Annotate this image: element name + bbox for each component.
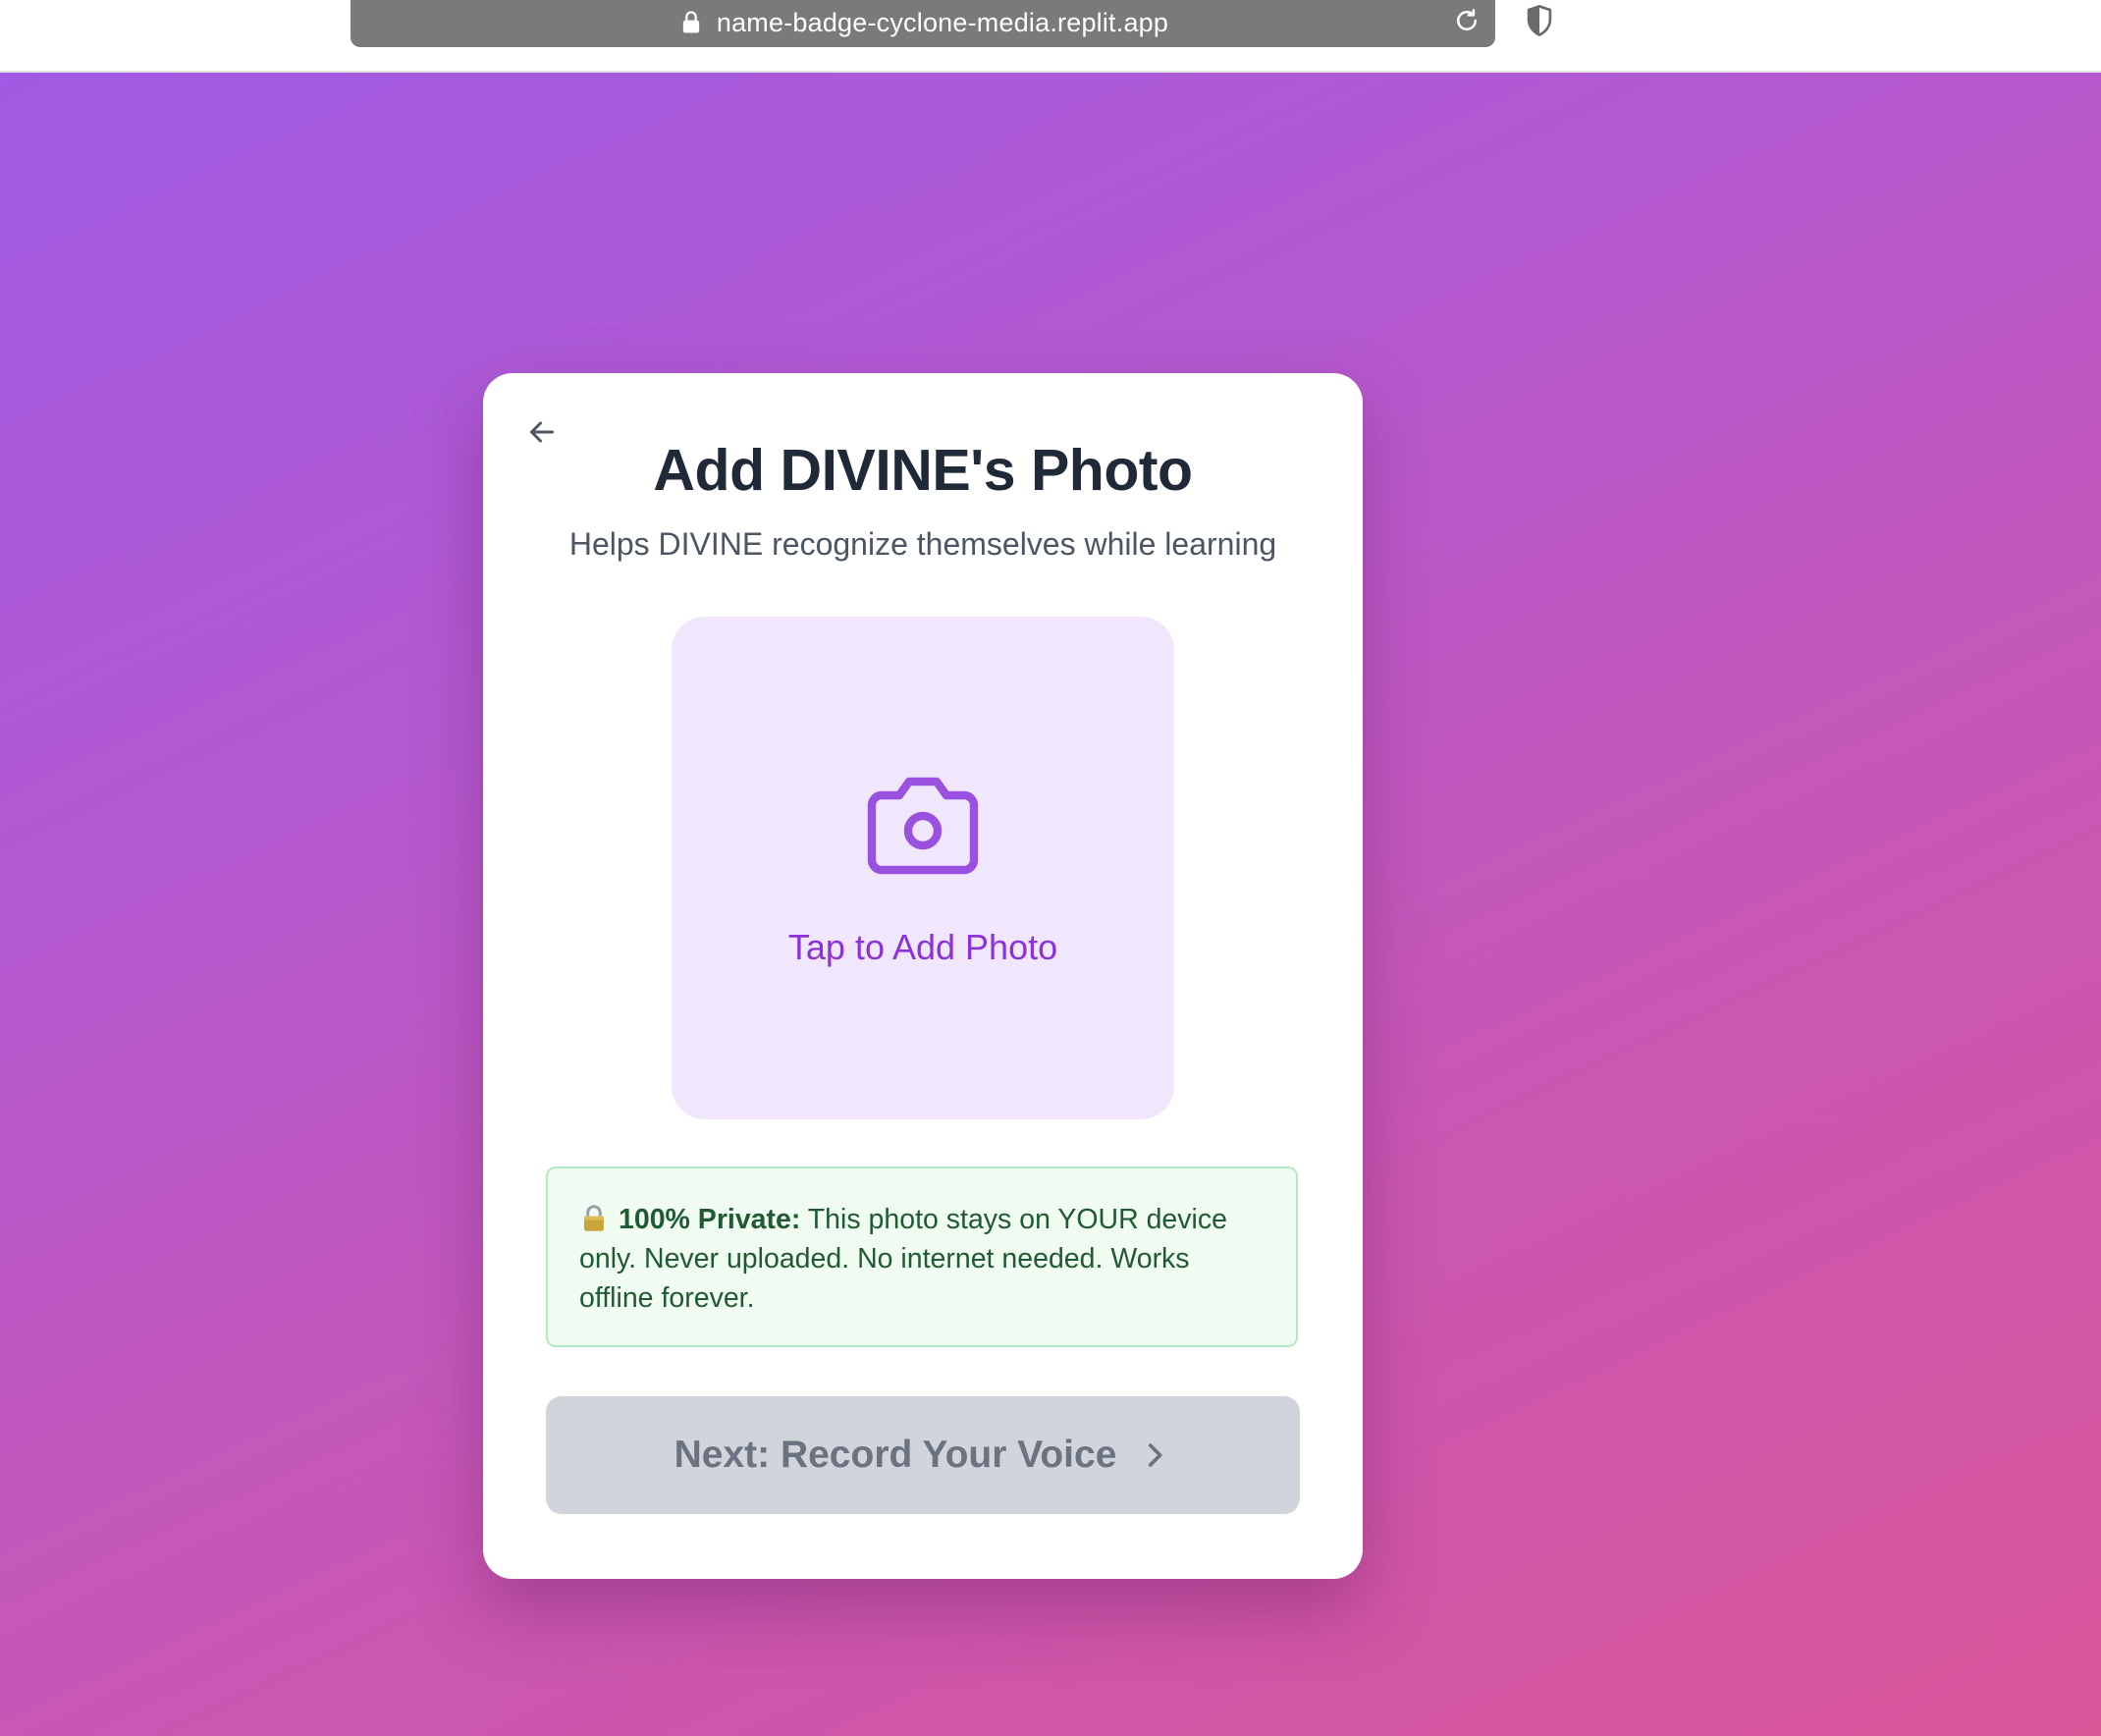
page-title: Add DIVINE's Photo	[653, 438, 1193, 503]
reload-icon[interactable]	[1452, 6, 1481, 35]
url-text: name-badge-cyclone-media.replit.app	[716, 7, 1169, 37]
next-button-label: Next: Record Your Voice	[673, 1434, 1117, 1476]
next-record-voice-button[interactable]: Next: Record Your Voice	[546, 1396, 1300, 1514]
lock-icon	[682, 11, 700, 33]
onboarding-card: Add DIVINE's Photo Helps DIVINE recogniz…	[483, 373, 1363, 1579]
chevron-right-icon	[1149, 1443, 1162, 1467]
lock-emoji-icon	[584, 1205, 604, 1231]
browser-toolbar: name-badge-cyclone-media.replit.app	[0, 0, 2101, 73]
camera-icon	[867, 777, 979, 875]
privacy-notice: 100% Private: This photo stays on YOUR d…	[546, 1166, 1298, 1347]
add-photo-label: Tap to Add Photo	[787, 927, 1058, 967]
privacy-heading: 100% Private:	[619, 1204, 801, 1235]
address-bar[interactable]: name-badge-cyclone-media.replit.app	[350, 0, 1495, 47]
shield-icon[interactable]	[1525, 4, 1554, 37]
page-subtitle: Helps DIVINE recognize themselves while …	[568, 526, 1277, 562]
add-photo-button[interactable]: Tap to Add Photo	[672, 617, 1174, 1119]
page-background: Add DIVINE's Photo Helps DIVINE recogniz…	[0, 73, 2101, 1736]
